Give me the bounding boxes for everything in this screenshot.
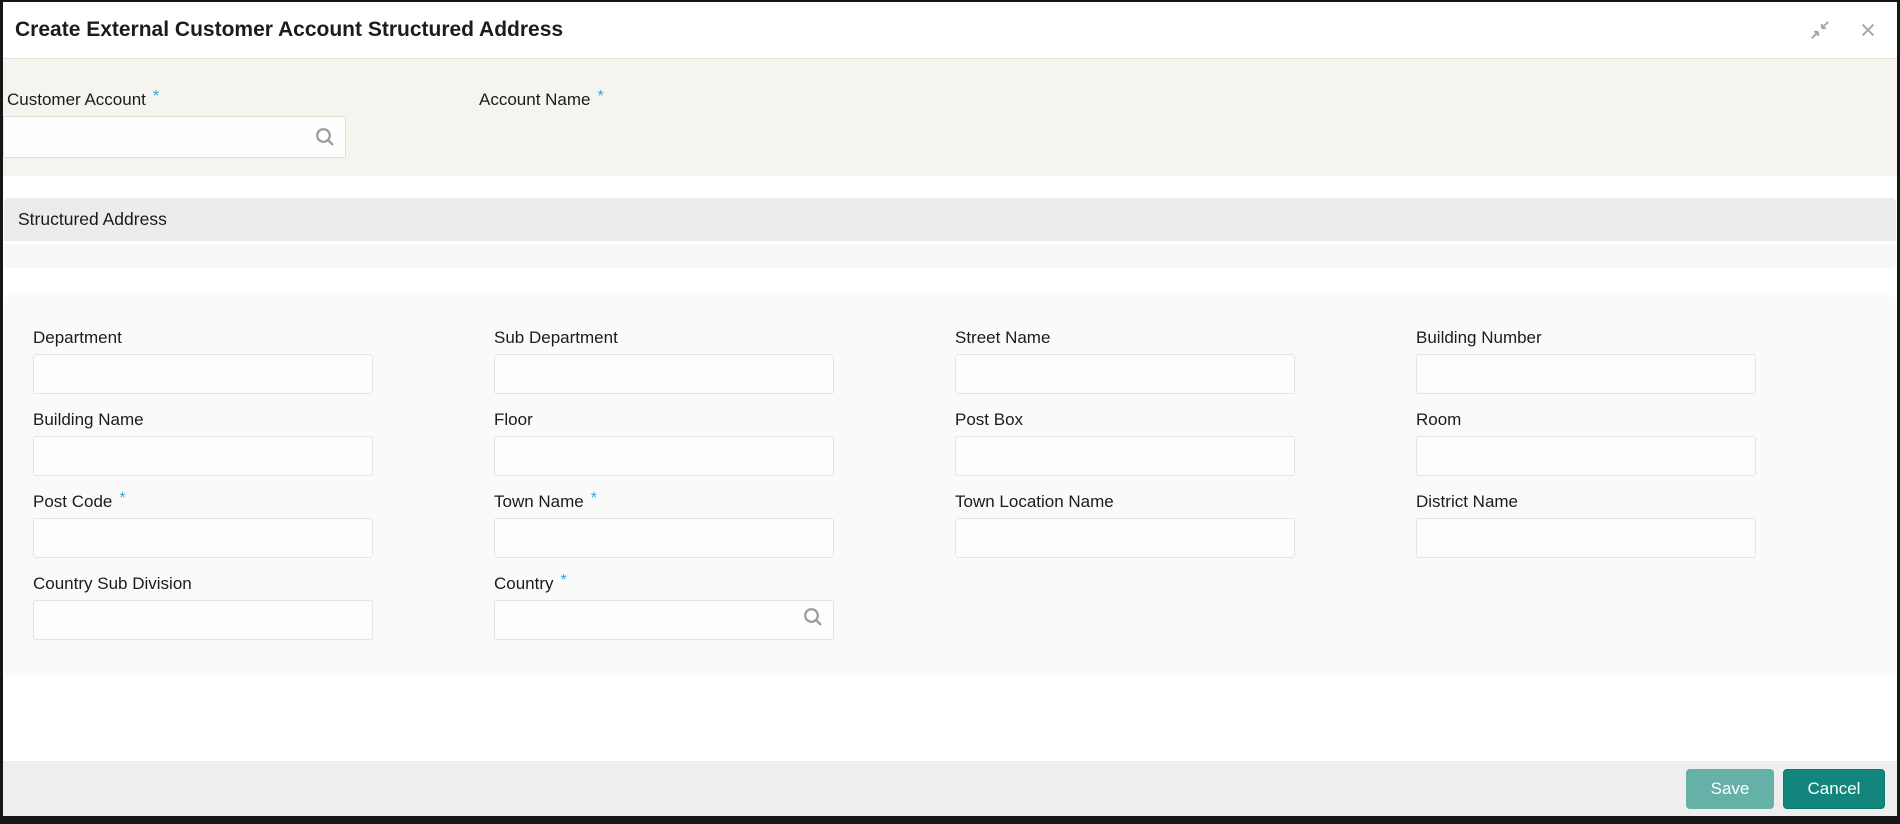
town-name-input[interactable] bbox=[494, 518, 834, 558]
street-name-label: Street Name bbox=[955, 328, 1051, 347]
page-title: Create External Customer Account Structu… bbox=[15, 18, 564, 41]
sub-department-label: Sub Department bbox=[494, 328, 618, 347]
department-input[interactable] bbox=[33, 354, 373, 394]
section-gap bbox=[3, 176, 1897, 198]
search-icon[interactable] bbox=[313, 125, 337, 149]
customer-account-lookup bbox=[3, 116, 346, 158]
required-asterisk: * bbox=[597, 88, 604, 105]
structured-address-subheader-strip bbox=[4, 244, 1896, 268]
field-room: Room bbox=[1416, 410, 1877, 476]
structured-address-title: Structured Address bbox=[18, 209, 167, 229]
town-location-name-label: Town Location Name bbox=[955, 492, 1114, 511]
collapse-icon[interactable] bbox=[1809, 19, 1831, 41]
field-building-number: Building Number bbox=[1416, 328, 1877, 394]
post-code-label: Post Code bbox=[33, 492, 113, 511]
structured-address-header[interactable]: Structured Address bbox=[4, 198, 1896, 241]
post-code-input[interactable] bbox=[33, 518, 373, 558]
building-number-label: Building Number bbox=[1416, 328, 1542, 347]
floor-input[interactable] bbox=[494, 436, 834, 476]
field-town-name: Town Name * bbox=[494, 490, 955, 558]
country-label: Country bbox=[494, 574, 554, 593]
required-asterisk: * bbox=[590, 490, 597, 507]
field-post-box: Post Box bbox=[955, 410, 1416, 476]
country-lookup bbox=[494, 594, 834, 640]
close-icon[interactable] bbox=[1857, 19, 1879, 41]
room-input[interactable] bbox=[1416, 436, 1756, 476]
panel-gap bbox=[3, 268, 1897, 295]
street-name-input[interactable] bbox=[955, 354, 1295, 394]
account-name-label: Account Name * bbox=[479, 88, 604, 109]
field-post-code: Post Code * bbox=[33, 490, 494, 558]
form-grid: Department Sub Department Street Name Bu… bbox=[33, 328, 1876, 640]
bottom-whitespace bbox=[3, 676, 1897, 761]
building-name-input[interactable] bbox=[33, 436, 373, 476]
post-box-input[interactable] bbox=[955, 436, 1295, 476]
required-asterisk: * bbox=[119, 490, 126, 507]
field-country-sub-division: Country Sub Division bbox=[33, 574, 494, 640]
building-name-label: Building Name bbox=[33, 410, 144, 429]
field-floor: Floor bbox=[494, 410, 955, 476]
floor-label: Floor bbox=[494, 410, 533, 429]
field-building-name: Building Name bbox=[33, 410, 494, 476]
customer-account-input[interactable] bbox=[3, 116, 346, 158]
post-box-label: Post Box bbox=[955, 410, 1024, 429]
department-label: Department bbox=[33, 328, 122, 347]
building-number-input[interactable] bbox=[1416, 354, 1756, 394]
field-street-name: Street Name bbox=[955, 328, 1416, 394]
field-district-name: District Name bbox=[1416, 492, 1877, 558]
account-name-field: Account Name * bbox=[479, 88, 604, 110]
search-icon[interactable] bbox=[801, 605, 825, 629]
cancel-button[interactable]: Cancel bbox=[1783, 768, 1885, 809]
required-asterisk: * bbox=[560, 572, 567, 589]
field-town-location-name: Town Location Name bbox=[955, 492, 1416, 558]
sub-department-input[interactable] bbox=[494, 354, 834, 394]
customer-account-field: Customer Account * bbox=[3, 88, 346, 158]
structured-address-form-panel: Department Sub Department Street Name Bu… bbox=[4, 295, 1896, 676]
country-sub-division-label: Country Sub Division bbox=[33, 574, 192, 593]
field-country: Country * bbox=[494, 572, 955, 640]
customer-account-label: Customer Account * bbox=[7, 88, 160, 109]
save-button[interactable]: Save bbox=[1686, 768, 1774, 809]
country-input[interactable] bbox=[494, 600, 834, 640]
context-section: Customer Account * Account Name * bbox=[3, 58, 1897, 176]
titlebar: Create External Customer Account Structu… bbox=[3, 2, 1897, 58]
required-asterisk: * bbox=[152, 88, 160, 105]
field-department: Department bbox=[33, 328, 494, 394]
town-location-name-input[interactable] bbox=[955, 518, 1295, 558]
country-sub-division-input[interactable] bbox=[33, 600, 373, 640]
field-sub-department: Sub Department bbox=[494, 328, 955, 394]
town-name-label: Town Name bbox=[494, 492, 584, 511]
create-external-customer-account-structured-address-window: Create External Customer Account Structu… bbox=[0, 0, 1900, 824]
footer-action-bar: Save Cancel bbox=[3, 761, 1897, 816]
room-label: Room bbox=[1416, 410, 1462, 429]
district-name-label: District Name bbox=[1416, 492, 1519, 511]
district-name-input[interactable] bbox=[1416, 518, 1756, 558]
